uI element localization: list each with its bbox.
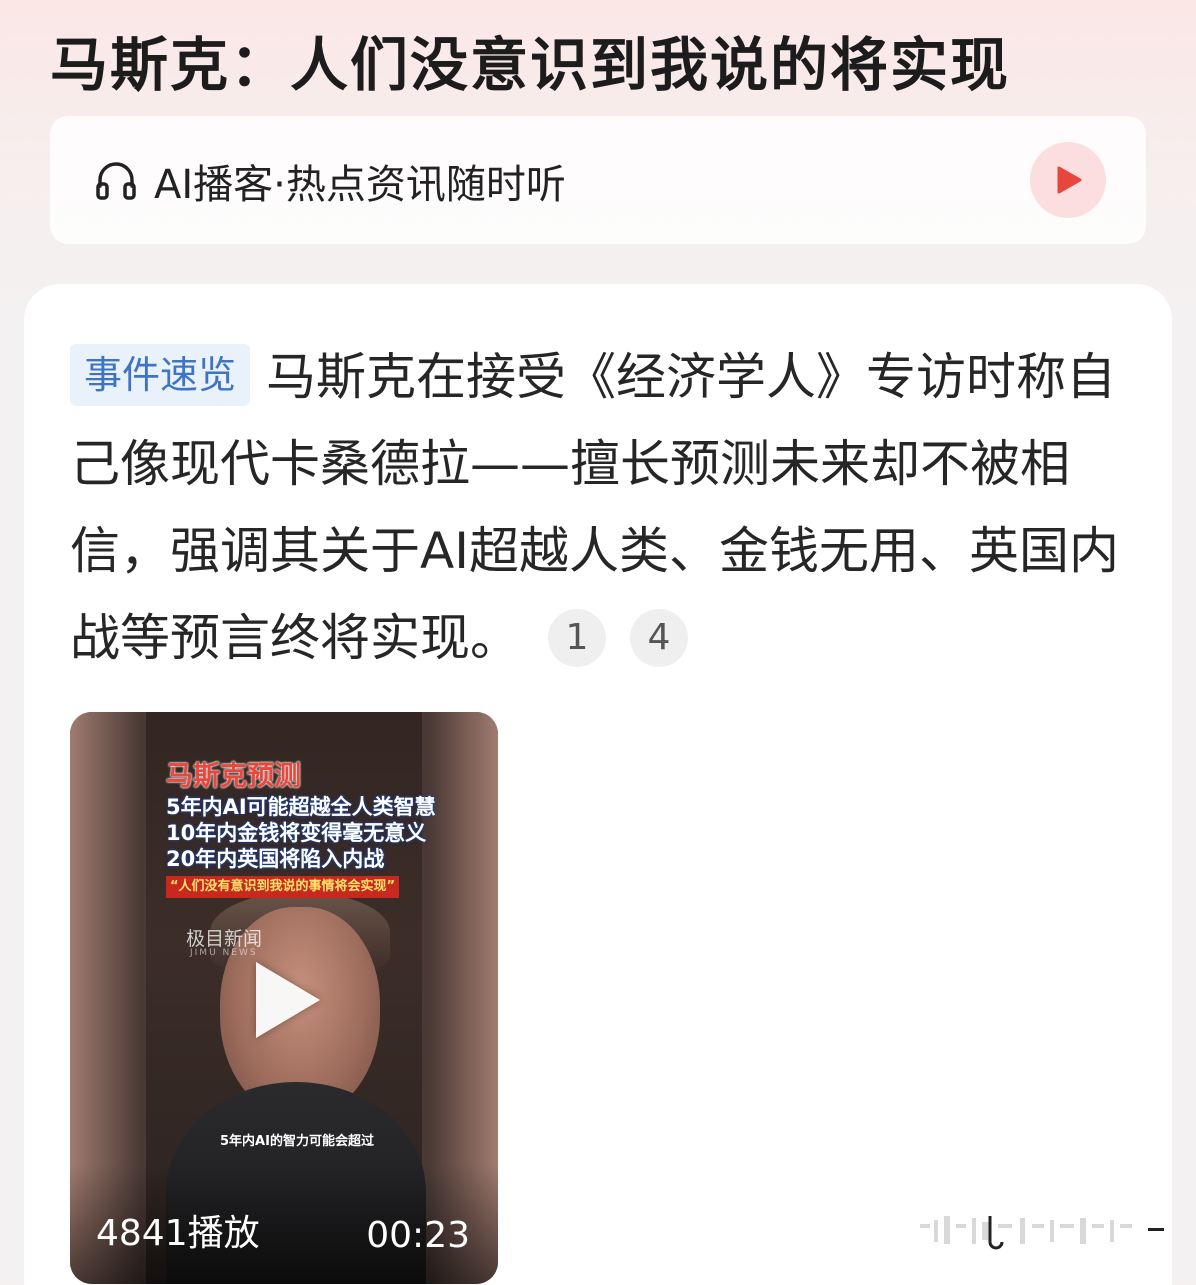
video-play-count: 4841播放: [96, 1213, 260, 1254]
scroll-watermark-icon: [920, 1216, 1164, 1250]
video-overlay-text: 马斯克预测 5年内AI可能超越全人类智慧 10年内金钱将变得毫无意义 20年内英…: [166, 760, 466, 898]
video-overlay-line: 20年内英国将陷入内战: [166, 847, 385, 871]
podcast-play-button[interactable]: [1030, 142, 1106, 218]
video-overlay-line: 5年内AI可能超越全人类智慧: [166, 795, 436, 819]
video-subtitle: 5年内AI的智力可能会超过: [220, 1134, 374, 1149]
page-title: 马斯克：人们没意识到我说的将实现: [50, 31, 1011, 99]
video-duration: 00:23: [366, 1215, 470, 1256]
ai-podcast-label: AI播客·热点资讯随时听: [154, 162, 566, 208]
event-summary-card: 事件速览 马斯克在接受《经济学人》专访时称自己像现代卡桑德拉——擅长预测未来却不被…: [24, 284, 1172, 1285]
play-icon: [1057, 166, 1082, 194]
video-overlay-title: 马斯克预测: [166, 761, 301, 792]
news-watermark: 极目新闻: [186, 928, 263, 950]
video-play-icon[interactable]: [256, 962, 320, 1038]
ai-podcast-bar[interactable]: AI播客·热点资讯随时听: [50, 116, 1146, 244]
reference-badge-1[interactable]: 1: [548, 609, 606, 667]
event-overview-tag[interactable]: 事件速览: [70, 344, 251, 406]
video-thumbnail[interactable]: 马斯克预测 5年内AI可能超越全人类智慧 10年内金钱将变得毫无意义 20年内英…: [70, 712, 498, 1284]
video-overlay-line: 10年内金钱将变得毫无意义: [166, 821, 427, 845]
headphones-icon: [96, 162, 136, 200]
reference-badge-4[interactable]: 4: [630, 609, 688, 667]
video-overlay-quote: “人们没有意识到我说的事情将会实现”: [166, 876, 400, 898]
news-watermark-sub: JIMU NEWS: [190, 948, 258, 958]
event-summary: 事件速览 马斯克在接受《经济学人》专访时称自己像现代卡桑德拉——擅长预测未来却不被…: [70, 334, 1134, 682]
